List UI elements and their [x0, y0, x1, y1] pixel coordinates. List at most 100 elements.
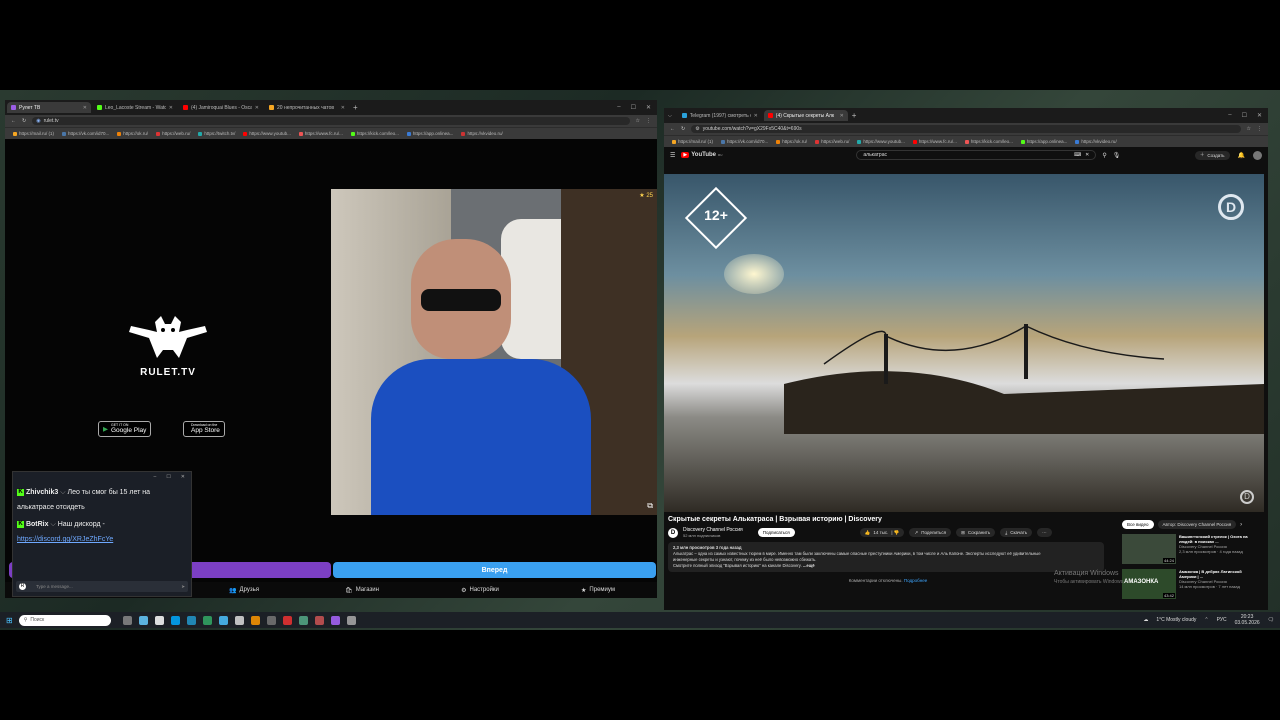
create-button[interactable]: ＋ Создать — [1194, 150, 1230, 160]
tab-close-icon[interactable]: ✕ — [840, 113, 844, 119]
tab-close-icon[interactable]: ✕ — [169, 105, 173, 111]
bookmark-item[interactable]: https://kick.com/leo... — [964, 139, 1013, 144]
channel-avatar[interactable]: D — [668, 527, 678, 538]
chip-author[interactable]: Автор: Discovery Channel Россия — [1157, 520, 1237, 529]
youtube-search-input[interactable]: алькатрас — [863, 152, 1070, 158]
bookmark-item[interactable]: https://www.fc.ru/... — [298, 131, 343, 136]
site-info-icon[interactable]: ⚙ — [695, 126, 699, 132]
tab-1[interactable]: Рулет ТВ ✕ — [7, 102, 91, 113]
taskbar-app-icon[interactable] — [154, 615, 164, 625]
taskbar-app-icon[interactable] — [314, 615, 324, 625]
tab-search-icon[interactable]: ⌵ — [668, 113, 672, 119]
bookmark-star-icon[interactable]: ☆ — [636, 118, 640, 124]
right-url-field[interactable]: ⚙ youtube.com/watch?v=gX29Fx5C40&t=690s — [691, 125, 1241, 133]
google-play-button[interactable]: ▶ GET IT ON Google Play — [98, 421, 152, 437]
bookmark-item[interactable]: https://twitch.tv/ — [198, 131, 235, 136]
bookmark-item[interactable]: https://mail.ru/ (1) — [13, 131, 54, 136]
lang-indicator[interactable]: РУС — [1217, 617, 1227, 623]
tab-2[interactable]: Leo_Lacoste Stream - Watch Li✕ — [93, 102, 177, 113]
nav-item[interactable]: 👥 Друзья — [185, 587, 303, 594]
taskbar-app-icon[interactable] — [266, 615, 276, 625]
weather-text[interactable]: 1°C Mostly cloudy — [1156, 617, 1196, 623]
start-icon[interactable]: ⊞ — [6, 616, 13, 625]
tab-4[interactable]: 20 непрочитанных чатов ✕ — [265, 102, 349, 113]
new-tab-icon[interactable]: + — [852, 111, 857, 120]
reload-icon[interactable]: ↻ — [681, 126, 685, 132]
chat-input[interactable]: R Type a message... ➤ — [16, 581, 188, 592]
description-box[interactable]: 2,3 млн просмотров 3 года назад Алькатра… — [668, 542, 1104, 572]
related-video[interactable]: АМАЗОНКА 43:42 Амазонка | В дебрях Латинск… — [1122, 569, 1262, 599]
tab-close-icon[interactable]: ✕ — [255, 105, 259, 111]
keyboard-icon[interactable]: ⌨ — [1074, 152, 1081, 158]
hamburger-icon[interactable]: ☰ — [670, 152, 675, 159]
avatar[interactable] — [1253, 150, 1262, 160]
chat-link[interactable]: https://discord.gg/XRJeZhFcYe — [17, 532, 187, 547]
taskbar-app-icon[interactable] — [330, 615, 340, 625]
taskbar-app-icon[interactable] — [202, 615, 212, 625]
voice-search-icon[interactable]: 🎙 — [1113, 152, 1121, 159]
nav-item[interactable]: ★ Премиум — [539, 587, 657, 594]
tab-1[interactable]: Telegram (1997) смотреть онл✕ — [678, 110, 762, 121]
youtube-search-box[interactable]: алькатрас ⌨ ✕ — [856, 150, 1097, 160]
notifications-icon[interactable]: 🗨 — [1268, 617, 1274, 623]
taskbar-app-icon[interactable] — [218, 615, 228, 625]
show-more-link[interactable]: ...ещё — [803, 563, 815, 568]
bookmark-item[interactable]: https://vkvideo.ru/ — [461, 131, 503, 136]
bookmark-item[interactable]: https://app.onlinea... — [406, 131, 453, 136]
bookmark-item[interactable]: https://vk.com/id70... — [721, 139, 768, 144]
taskbar-app-icon[interactable] — [346, 615, 356, 625]
bookmark-item[interactable]: https://app.onlinea... — [1020, 139, 1067, 144]
bookmark-item[interactable]: https://www.youtub... — [857, 139, 905, 144]
tab-2[interactable]: (4) Скрытые секреты Алк ✕ — [763, 110, 848, 121]
bookmark-item[interactable]: https://web.ru/ — [815, 139, 849, 144]
bookmark-item[interactable]: https://www.fc.ru/... — [912, 139, 957, 144]
send-icon[interactable]: ➤ — [181, 584, 185, 590]
taskbar-app-icon[interactable] — [138, 615, 148, 625]
like-button[interactable]: 👍 14 тыс. | 👎 — [859, 528, 905, 537]
search-icon[interactable]: ⚲ — [1102, 152, 1106, 159]
taskbar-app-icon[interactable] — [250, 615, 260, 625]
bookmark-item[interactable]: https://vkvideo.ru/ — [1075, 139, 1117, 144]
weather-icon[interactable]: ☁ — [1143, 617, 1148, 623]
bookmark-item[interactable]: https://ok.ru/ — [776, 139, 807, 144]
subscribe-button[interactable]: Подписаться — [757, 528, 795, 537]
taskbar-app-icon[interactable] — [298, 615, 308, 625]
bookmark-item[interactable]: https://www.youtub... — [243, 131, 291, 136]
clear-search-icon[interactable]: ✕ — [1085, 152, 1089, 158]
tray-expand-icon[interactable]: ⌃ — [1204, 617, 1208, 623]
app-store-button[interactable]: Download on the App Store — [183, 421, 225, 437]
chevron-right-icon[interactable]: › — [1240, 522, 1242, 528]
related-video[interactable]: 44:24 Вашингтонский стрелок | Охота на лю… — [1122, 534, 1262, 564]
bookmark-item[interactable]: https://vk.com/id70... — [62, 131, 109, 136]
bookmark-item[interactable]: https://ok.ru/ — [117, 131, 148, 136]
chat-minimize-icon[interactable]: – — [154, 474, 157, 480]
back-icon[interactable]: ← — [11, 118, 16, 124]
share-button[interactable]: ↗ Поделиться — [909, 528, 952, 537]
camera-switch-icon[interactable]: ⧉ — [647, 501, 653, 511]
extensions-icon[interactable]: ⋮ — [646, 118, 651, 124]
taskbar-app-icon[interactable] — [234, 615, 244, 625]
chat-maximize-icon[interactable]: ☐ — [166, 474, 170, 480]
bookmark-item[interactable]: https://kick.com/leo... — [350, 131, 399, 136]
menu-icon[interactable]: ⋮ — [1257, 126, 1262, 132]
nav-item[interactable]: ⚙ Настройки — [421, 587, 539, 594]
nav-item[interactable]: 🛍 Магазин — [303, 587, 421, 594]
next-button[interactable]: Вперед — [333, 562, 656, 578]
minimize-icon[interactable]: – — [617, 104, 620, 111]
clock[interactable]: 20:23 03.05.2026 — [1235, 614, 1260, 626]
close-window-icon[interactable]: ✕ — [1257, 112, 1262, 119]
close-window-icon[interactable]: ✕ — [646, 104, 651, 111]
taskbar-app-icon[interactable] — [186, 615, 196, 625]
taskbar-app-icon[interactable] — [282, 615, 292, 625]
minimize-icon[interactable]: – — [1228, 112, 1231, 119]
download-button[interactable]: ⤓ Скачать — [1000, 528, 1033, 537]
reload-icon[interactable]: ↻ — [22, 118, 26, 124]
save-button[interactable]: ⊞ Сохранить — [956, 528, 996, 537]
new-tab-icon[interactable]: + — [353, 103, 358, 112]
bookmark-item[interactable]: https://mail.ru/ (1) — [672, 139, 713, 144]
comments-more-link[interactable]: Подробнее — [904, 578, 927, 583]
bookmark-star-icon[interactable]: ☆ — [1247, 126, 1251, 132]
more-actions-button[interactable]: ⋯ — [1037, 528, 1052, 537]
tab-3[interactable]: (4) Jamiroquai Blues - Oscar I ✕ — [179, 102, 263, 113]
tab-close-icon[interactable]: ✕ — [754, 113, 758, 119]
